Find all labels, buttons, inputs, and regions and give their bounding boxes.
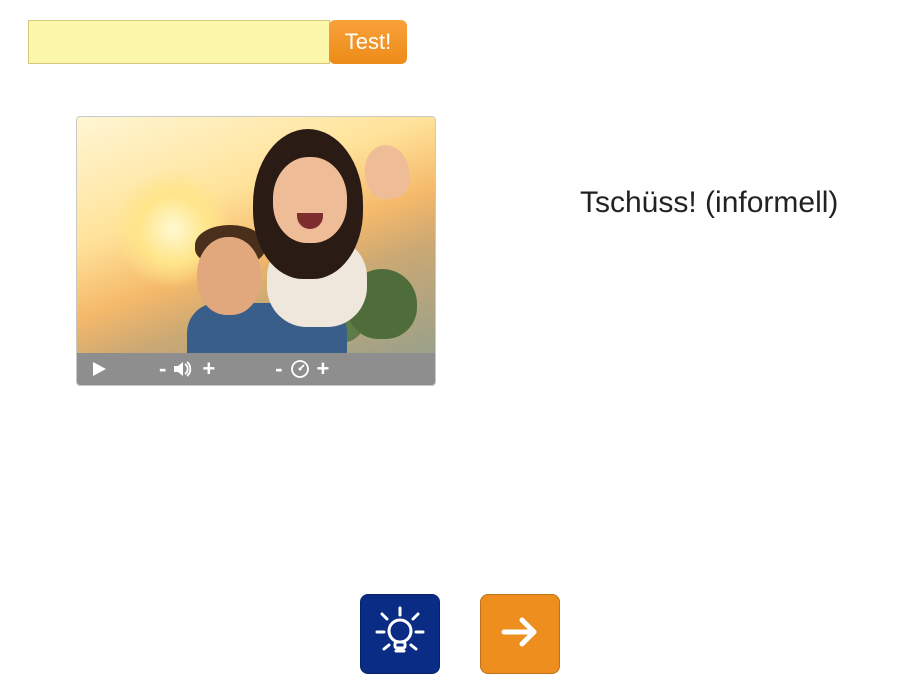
test-button[interactable]: Test! (329, 20, 407, 64)
volume-plus-button[interactable]: + (202, 358, 215, 380)
speed-icon[interactable] (291, 360, 309, 378)
speed-plus-button[interactable]: + (317, 358, 330, 380)
next-button[interactable] (480, 594, 560, 674)
answer-input[interactable] (28, 20, 330, 64)
hint-button[interactable] (360, 594, 440, 674)
volume-minus-button[interactable]: - (159, 358, 166, 380)
arrow-right-icon (496, 608, 544, 661)
media-controls: - + - + (77, 353, 435, 385)
play-icon[interactable] (91, 361, 107, 377)
lightbulb-icon (373, 605, 427, 664)
speed-minus-button[interactable]: - (275, 358, 282, 380)
volume-icon[interactable] (174, 361, 194, 377)
media-card: - + - + (76, 116, 436, 386)
answer-row: Test! (28, 20, 407, 64)
bottom-button-row (0, 594, 919, 674)
prompt-image (77, 117, 435, 353)
prompt-text: Tschüss! (informell) (580, 186, 838, 220)
